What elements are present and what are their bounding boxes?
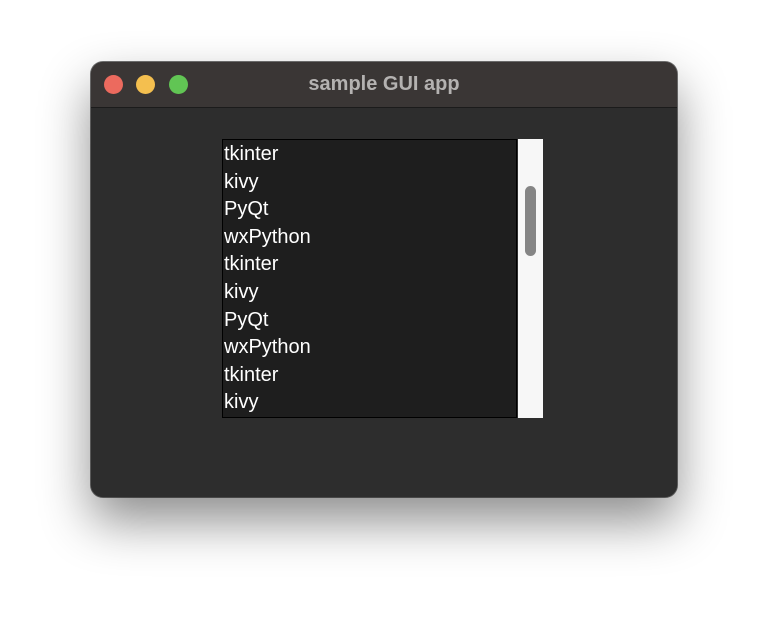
- list-item[interactable]: wxPython: [223, 333, 516, 361]
- list-item[interactable]: kivy: [223, 168, 516, 196]
- vertical-scrollbar[interactable]: [518, 139, 543, 418]
- list-item[interactable]: tkinter: [223, 250, 516, 278]
- list-item[interactable]: PyQt: [223, 306, 516, 334]
- list-item[interactable]: kivy: [223, 278, 516, 306]
- list-item[interactable]: kivy: [223, 388, 516, 416]
- list-item[interactable]: wxPython: [223, 223, 516, 251]
- window-content: tkinter kivy PyQt wxPython tkinter kivy …: [91, 108, 677, 497]
- framework-listbox[interactable]: tkinter kivy PyQt wxPython tkinter kivy …: [222, 139, 517, 418]
- app-window: sample GUI app tkinter kivy PyQt wxPytho…: [91, 62, 677, 497]
- list-item[interactable]: PyQt: [223, 195, 516, 223]
- window-title: sample GUI app: [308, 73, 460, 95]
- list-item[interactable]: tkinter: [223, 361, 516, 389]
- list-item[interactable]: tkinter: [223, 140, 516, 168]
- title-bar[interactable]: sample GUI app: [91, 62, 677, 108]
- scrollbar-thumb[interactable]: [525, 186, 536, 256]
